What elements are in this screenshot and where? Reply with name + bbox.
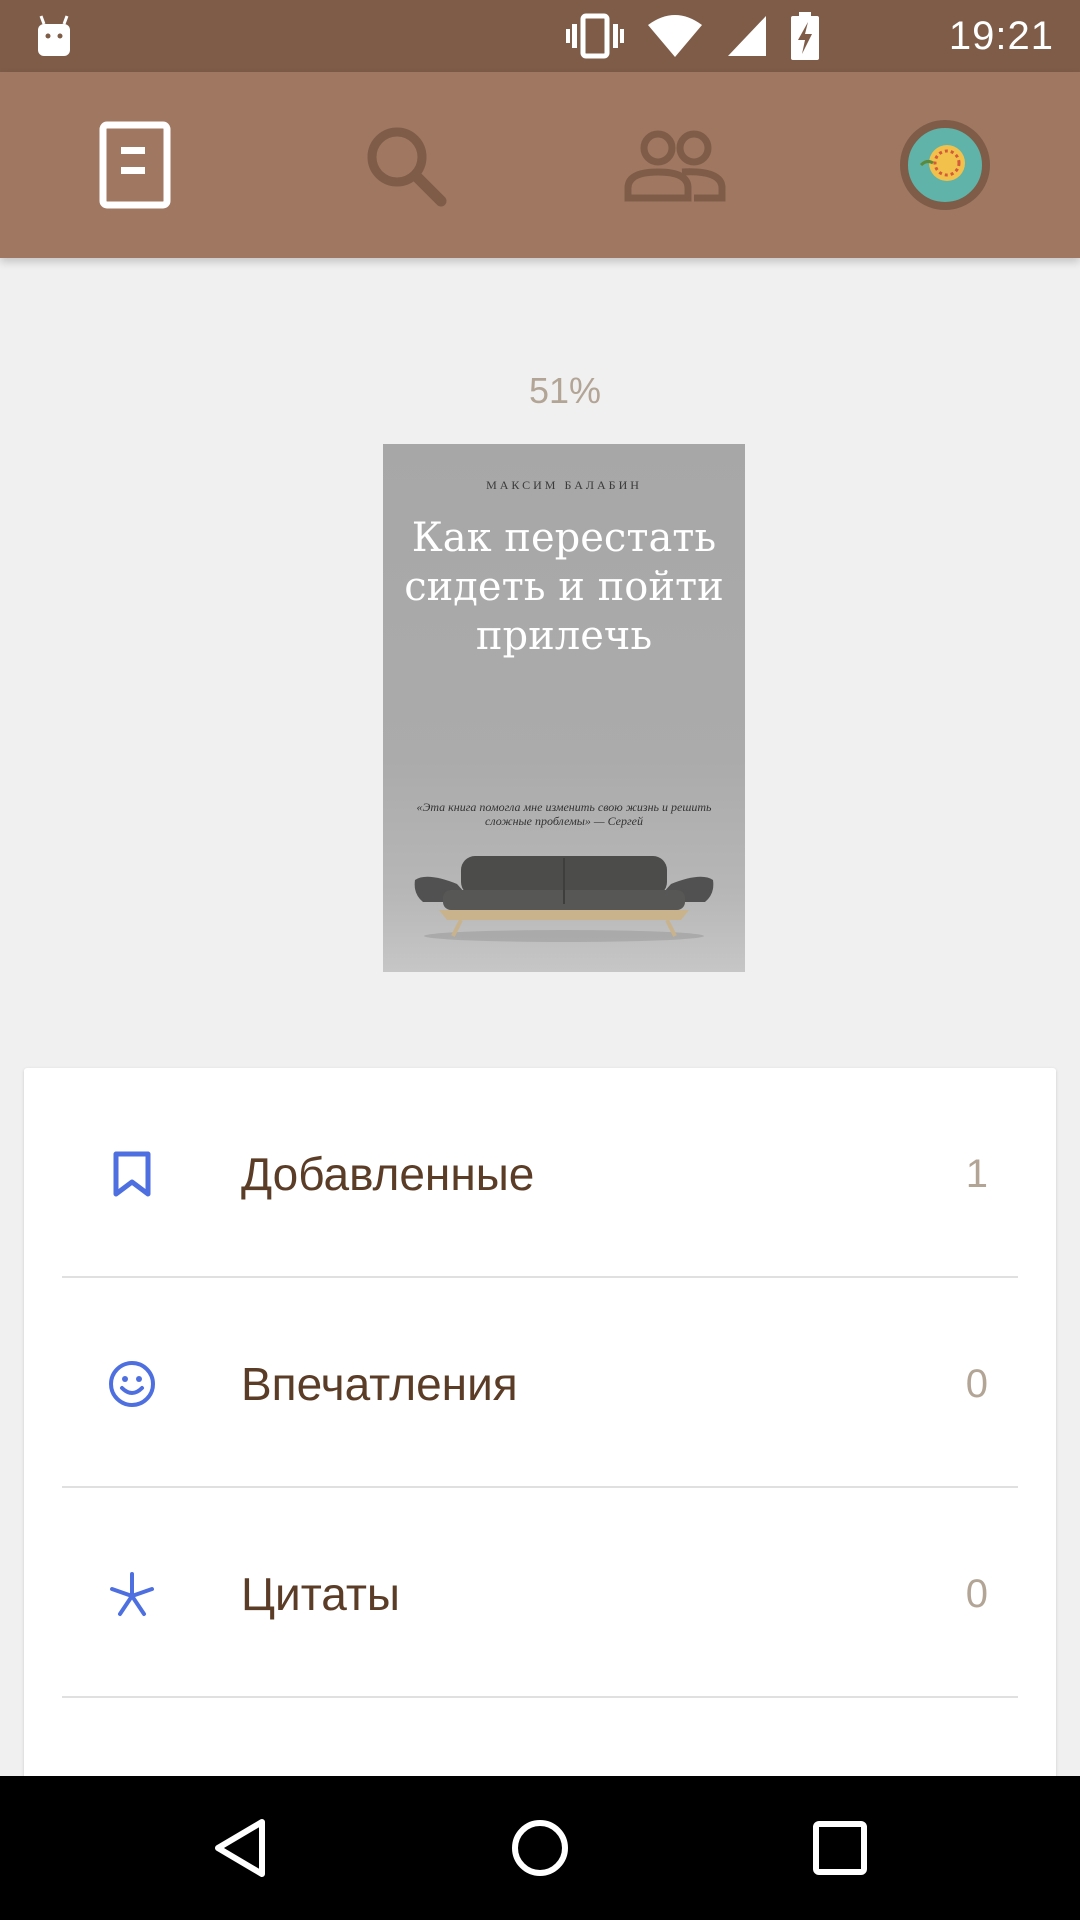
divider (62, 1696, 1018, 1698)
list-item-label: Цитаты (241, 1568, 400, 1620)
search-icon (367, 127, 447, 207)
book-sections-card: Добавленные 1 Впечатления 0 Цитаты 0 (24, 1068, 1056, 1788)
list-item-quotes[interactable]: Цитаты 0 (24, 1488, 1056, 1698)
top-toolbar (0, 72, 1080, 258)
recents-icon (813, 1821, 867, 1875)
status-bar: 19:21 (0, 0, 1080, 72)
android-icon (38, 15, 70, 56)
clock: 19:21 (948, 14, 1054, 58)
book-icon (99, 121, 171, 209)
recents-button[interactable] (740, 1776, 940, 1920)
sofa-illustration (414, 856, 714, 942)
system-nav-bar (0, 1776, 1080, 1920)
reading-progress: 51% (528, 370, 602, 411)
cover-author: МАКСИМ БАЛАБИН (486, 478, 642, 492)
asterisk-icon (110, 1572, 154, 1616)
search-tab[interactable] (270, 72, 540, 258)
list-item-label: Добавленные (241, 1148, 535, 1200)
back-icon (215, 1819, 265, 1877)
home-icon (512, 1820, 568, 1876)
bookmark-icon (113, 1151, 151, 1197)
profile-tab[interactable] (810, 72, 1080, 258)
list-item-count: 1 (965, 1152, 988, 1196)
vibrate-icon (566, 13, 624, 59)
list-item-count: 0 (965, 1362, 988, 1406)
wifi-icon (648, 15, 702, 57)
list-item-label: Впечатления (241, 1358, 518, 1410)
home-button[interactable] (440, 1776, 640, 1920)
cover-title: Как перестать сидеть и пойти прилечь (404, 515, 724, 659)
avatar-icon (900, 120, 990, 210)
library-tab[interactable] (0, 72, 270, 258)
battery-charging-icon (791, 12, 819, 60)
list-item-added[interactable]: Добавленные 1 (24, 1068, 1056, 1278)
cover-quote: «Эта книга помогла мне изменить свою жиз… (416, 800, 712, 828)
people-tab[interactable] (540, 72, 810, 258)
book-cover[interactable]: МАКСИМ БАЛАБИН Как перестать сидеть и по… (383, 444, 745, 972)
signal-icon (728, 16, 766, 56)
smile-icon (109, 1361, 155, 1407)
list-item-impressions[interactable]: Впечатления 0 (24, 1278, 1056, 1488)
people-icon (624, 130, 726, 202)
list-item-count: 0 (965, 1572, 988, 1616)
back-button[interactable] (140, 1776, 340, 1920)
